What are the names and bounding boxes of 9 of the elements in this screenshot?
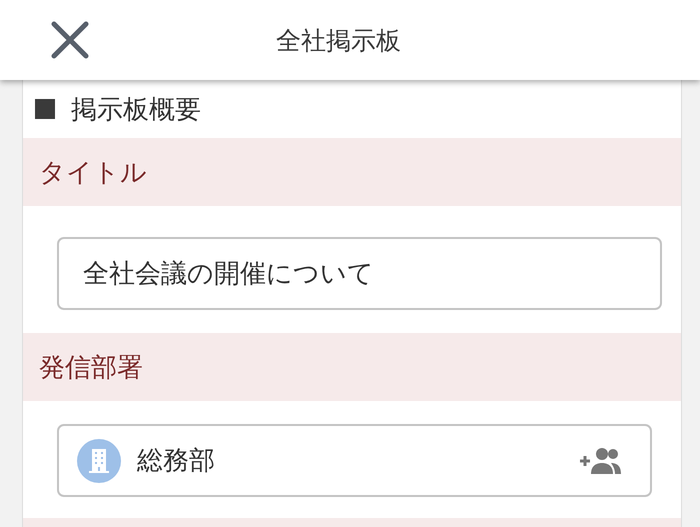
field-label: タイトル (23, 138, 681, 206)
field-label: 発信部署 (23, 333, 681, 401)
screen-title: 全社掲示板 (276, 24, 401, 56)
department-field[interactable]: 総務部 (57, 424, 652, 497)
close-icon[interactable] (50, 20, 90, 60)
section-heading: 掲示板概要 (71, 94, 201, 126)
building-icon (77, 438, 121, 482)
square-bullet-icon (35, 99, 55, 119)
title-input[interactable]: 全社会議の開催について (57, 237, 662, 310)
